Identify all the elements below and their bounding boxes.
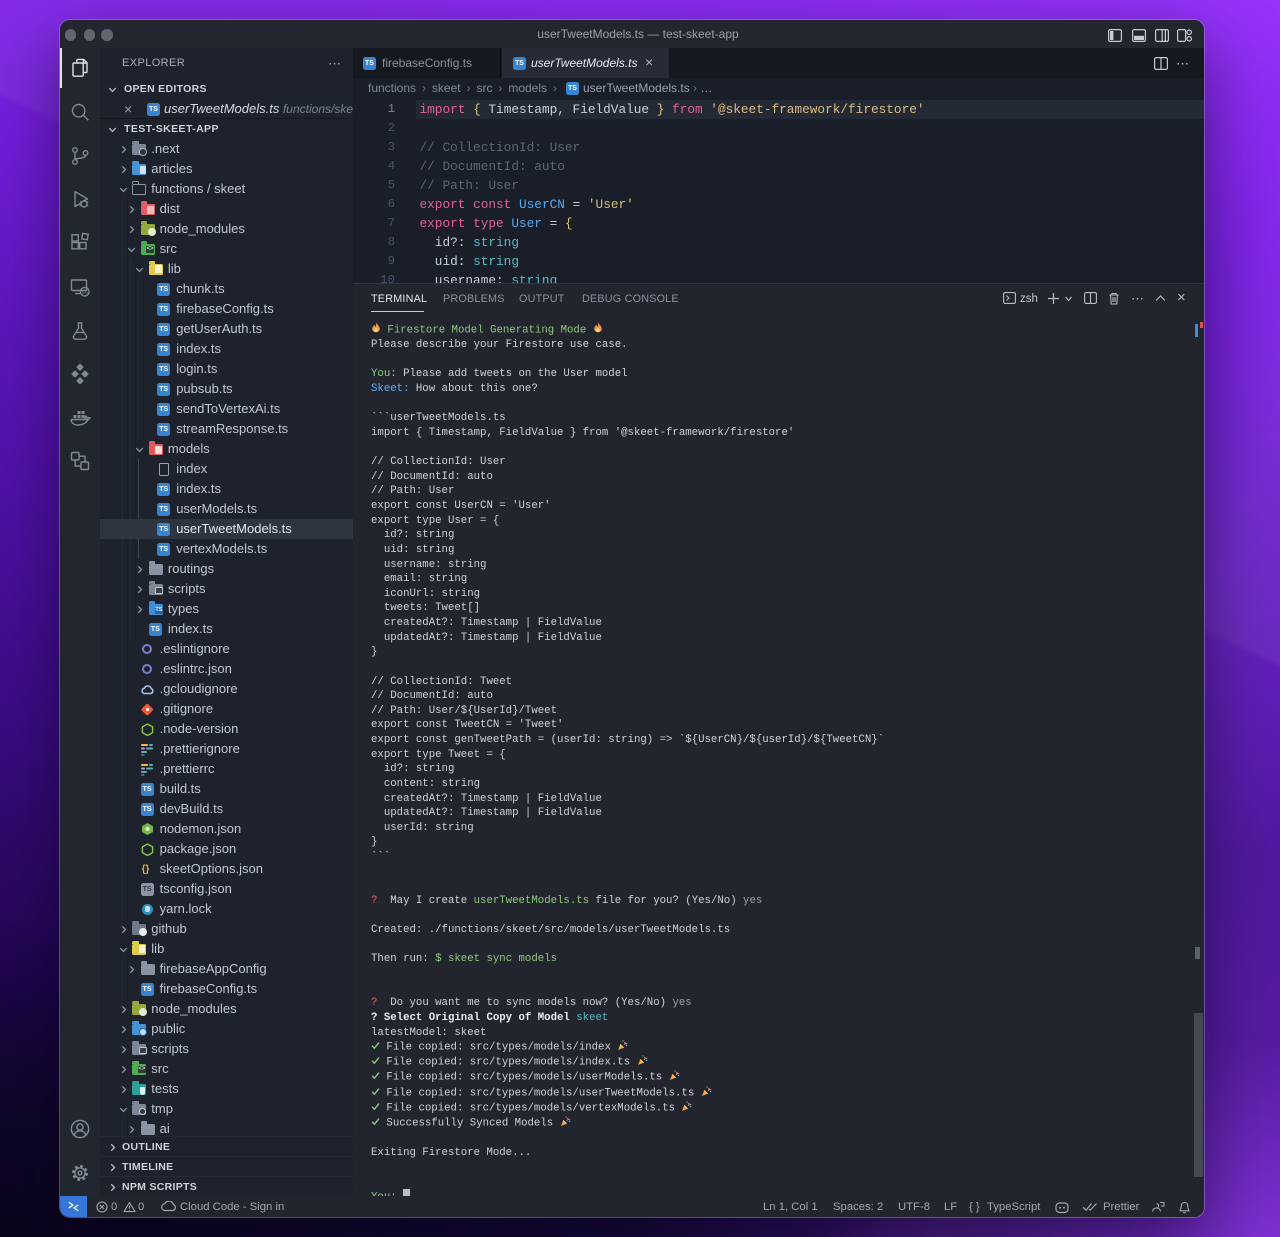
svg-text:SS: SS [82, 289, 88, 294]
